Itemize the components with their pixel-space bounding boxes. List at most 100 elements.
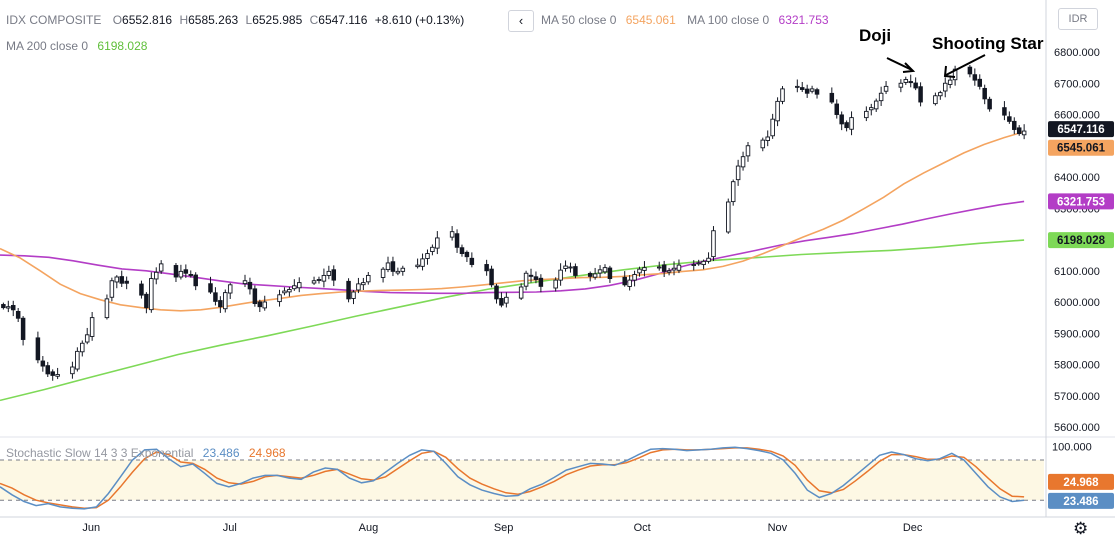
stoch-k-value: 23.486: [202, 446, 240, 460]
grid-layer: [0, 0, 1115, 518]
ma50-value: 6545.061: [625, 13, 676, 27]
candle-body: [834, 103, 840, 115]
candle-body: [711, 230, 716, 258]
candle-body: [425, 253, 430, 259]
candle-body: [568, 266, 573, 269]
candle-body: [449, 231, 455, 238]
price-tick-label: 6600.000: [1054, 110, 1100, 122]
candle-body: [188, 274, 194, 276]
candle-body: [158, 263, 164, 272]
time-tick-label: Jun: [82, 522, 100, 534]
candle-body: [987, 98, 992, 110]
candle-body: [395, 270, 401, 274]
candle-body: [883, 85, 889, 92]
candle-body: [75, 350, 80, 370]
candle-body: [292, 285, 297, 290]
time-tick-label: Oct: [634, 522, 651, 534]
candle-body: [218, 300, 223, 308]
candle-body: [977, 78, 983, 87]
ma100-line: [0, 200, 1025, 295]
candle-body: [193, 274, 198, 287]
price-tick-label: 5800.000: [1054, 360, 1100, 372]
change-value: +8.610 (+0.13%): [374, 13, 465, 27]
candle-body: [464, 251, 470, 258]
price-tick-label: 6800.000: [1054, 47, 1100, 59]
candle-body: [262, 301, 267, 309]
candle-body: [494, 285, 499, 300]
candle-body: [671, 267, 677, 271]
candle-body: [844, 122, 849, 129]
candle-body: [597, 269, 603, 274]
candle-body: [518, 286, 524, 299]
candle-body: [89, 317, 95, 337]
candle-body: [380, 268, 386, 278]
candle-body: [153, 271, 159, 280]
candle-body: [878, 92, 884, 102]
candle-body: [459, 247, 465, 255]
candle-body: [35, 337, 41, 361]
close-label: C: [309, 13, 319, 27]
candle-body: [637, 268, 642, 274]
candle-body: [331, 269, 337, 281]
candle-body: [70, 366, 75, 375]
gear-icon[interactable]: ⚙: [1073, 520, 1088, 537]
candle-body: [903, 79, 909, 83]
collapse-legend-button[interactable]: ‹: [508, 10, 534, 32]
time-tick-label: Nov: [768, 522, 788, 534]
candle-body: [982, 87, 987, 100]
candle-body: [706, 257, 711, 262]
ma200-value: 6198.028: [97, 39, 148, 53]
candle-body: [178, 270, 184, 278]
candle-body: [55, 374, 60, 377]
candle-body: [676, 264, 682, 271]
candle-body: [1002, 107, 1007, 116]
candle-body: [607, 267, 613, 280]
candle-body: [104, 298, 110, 319]
price-tick-label: 5700.000: [1054, 391, 1100, 403]
candle-body: [942, 82, 948, 92]
candle-body: [351, 291, 356, 299]
candle-body: [454, 233, 460, 248]
candle-body: [321, 274, 327, 282]
ma200-legend-row: MA 200 close 0 6198.028: [6, 39, 147, 53]
candle-body: [839, 114, 844, 125]
time-tick-label: Jul: [223, 522, 237, 534]
candle-body: [726, 201, 731, 233]
candle-body: [415, 264, 420, 268]
stochastic-legend: Stochastic Slow 14 3 3 Exponential 23.48…: [6, 446, 286, 460]
shooting-star-arrow: [945, 54, 986, 76]
candle-body: [430, 246, 435, 252]
candle-body: [287, 289, 292, 293]
candle-body: [553, 279, 558, 289]
candle-body: [829, 92, 835, 103]
candle-body: [632, 274, 637, 281]
moving-averages-layer: [0, 130, 1025, 402]
doji-annotation: Doji: [859, 26, 892, 45]
candle-body: [908, 81, 913, 84]
ma50-line: [0, 130, 1025, 312]
candle-body: [311, 280, 317, 284]
candle-body: [602, 267, 608, 273]
candle-body: [804, 88, 810, 94]
price-tick-label: 6000.000: [1054, 297, 1100, 309]
time-tick-label: Aug: [359, 522, 379, 534]
ma200-tag: 6198.028: [1057, 235, 1106, 247]
candle-body: [227, 284, 233, 294]
candle-body: [760, 139, 766, 149]
doji-arrow: [886, 57, 913, 71]
candle-body: [740, 156, 746, 168]
currency-selector[interactable]: IDR: [1058, 8, 1098, 30]
ma100-label: MA 100 close 0: [687, 13, 770, 27]
candle-body: [730, 181, 736, 203]
candle-body: [484, 264, 489, 272]
candle-body: [1007, 116, 1012, 122]
candle-body: [326, 270, 332, 276]
candle-body: [385, 262, 391, 271]
candle-body: [849, 117, 854, 130]
symbol-name: IDX COMPOSITE: [6, 13, 102, 27]
candle-body: [523, 272, 529, 287]
stoch-d-value: 24.968: [248, 446, 286, 460]
candle-body: [666, 270, 672, 273]
candle-body: [656, 266, 662, 269]
candle-body: [795, 85, 800, 88]
